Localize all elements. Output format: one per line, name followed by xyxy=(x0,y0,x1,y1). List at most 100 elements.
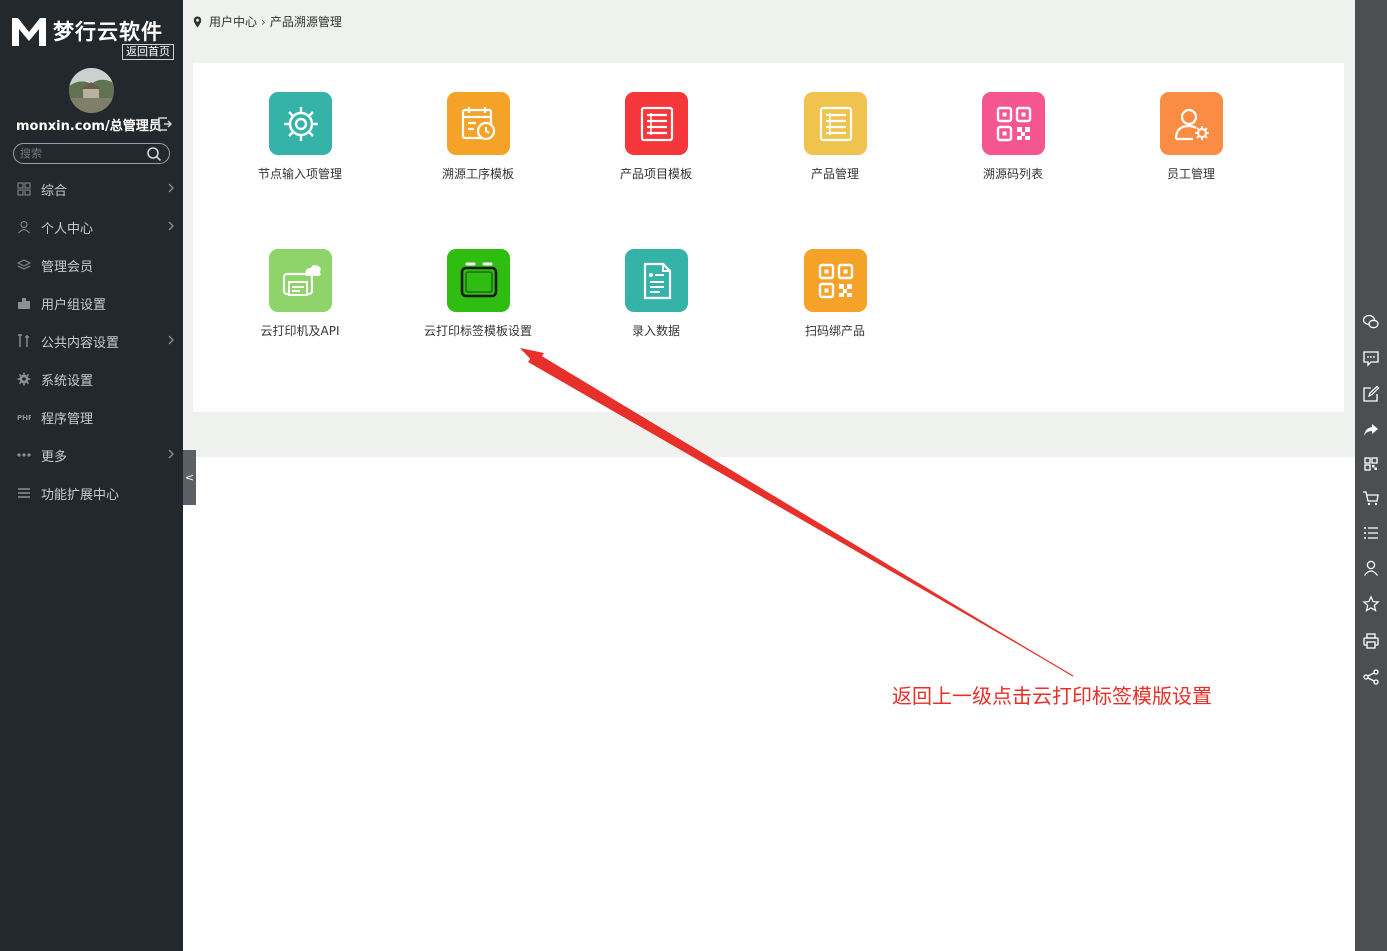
app-icon-bg xyxy=(269,92,332,155)
qrcode-icon[interactable] xyxy=(1362,455,1380,473)
brand-logo[interactable]: 梦行云软件 返回首页 xyxy=(10,14,175,62)
edit-icon[interactable] xyxy=(1362,385,1380,403)
annotation-text: 返回上一级点击云打印标签模版设置 xyxy=(892,684,1212,708)
sidebar-item-public-content[interactable]: 公共内容设置 xyxy=(0,322,183,360)
share-arrow-icon[interactable] xyxy=(1362,421,1380,439)
avatar[interactable] xyxy=(69,68,114,113)
sidebar-item-manage-members[interactable]: 管理会员 xyxy=(0,246,183,284)
home-link[interactable]: 返回首页 xyxy=(122,44,174,60)
sidebar-item-label: 程序管理 xyxy=(41,411,94,427)
app-label: 员工管理 xyxy=(1166,167,1215,181)
print-icon[interactable] xyxy=(1362,632,1380,650)
app-label: 节点输入项管理 xyxy=(257,167,342,181)
sidebar-item-label: 综合 xyxy=(41,183,68,199)
sidebar-item-user-groups[interactable]: 用户组设置 xyxy=(0,284,183,322)
logout-icon[interactable] xyxy=(158,116,173,131)
brand-name: 梦行云软件 xyxy=(53,20,163,44)
app-staff-management[interactable]: 员工管理 xyxy=(1116,92,1266,202)
app-trace-process-template[interactable]: 溯源工序模板 xyxy=(403,92,553,202)
app-label: 溯源工序模板 xyxy=(441,167,514,181)
app-enter-data[interactable]: 录入数据 xyxy=(581,249,731,359)
sidebar: 梦行云软件 返回首页 monxin.com/总管理员 搜索 综合 个人中心 管理… xyxy=(0,0,183,951)
gear-icon xyxy=(17,372,31,386)
app-icon-bg xyxy=(625,92,688,155)
app-icon-bg xyxy=(269,249,332,312)
chevron-right-icon xyxy=(167,182,175,194)
calendar-clock-icon xyxy=(461,106,495,140)
app-icon-bg xyxy=(447,92,510,155)
cart-icon[interactable] xyxy=(1362,489,1380,507)
qrcode-icon xyxy=(818,263,853,298)
app-scan-bind-product[interactable]: 扫码绑产品 xyxy=(760,249,910,359)
app-cloud-printer-api[interactable]: 云打印机及API xyxy=(225,249,375,359)
app-icon-bg xyxy=(804,92,867,155)
sidebar-item-label: 系统设置 xyxy=(41,373,94,389)
app-cloud-label-template-settings[interactable]: 云打印标签模板设置 xyxy=(403,249,553,359)
app-label: 产品项目模板 xyxy=(619,167,692,181)
logo-m-icon xyxy=(12,18,46,46)
sidebar-item-label: 用户组设置 xyxy=(41,297,107,313)
user-gear-icon xyxy=(1174,108,1209,140)
user-icon[interactable] xyxy=(1362,559,1380,577)
sidebar-menu: 综合 个人中心 管理会员 用户组设置 公共内容设置 系统设置 PHP 程序管理 … xyxy=(0,170,183,512)
app-label: 云打印机及API xyxy=(260,324,340,338)
chevron-right-icon xyxy=(167,448,175,460)
menu-icon xyxy=(17,486,31,500)
location-pin-icon xyxy=(193,16,202,27)
gear-icon xyxy=(283,106,318,141)
sidebar-item-label: 功能扩展中心 xyxy=(41,487,120,503)
app-icon-bg xyxy=(982,92,1045,155)
app-icon-bg xyxy=(804,249,867,312)
sidebar-item-personal-center[interactable]: 个人中心 xyxy=(0,208,183,246)
app-icon-bg xyxy=(447,249,510,312)
breadcrumb: 用户中心 › 产品溯源管理 xyxy=(193,13,342,30)
app-label: 录入数据 xyxy=(631,324,680,338)
sidebar-item-label: 更多 xyxy=(41,449,68,465)
breadcrumb-item-user-center[interactable]: 用户中心 xyxy=(209,13,257,30)
share-icon[interactable] xyxy=(1362,668,1380,686)
sidebar-item-program-management[interactable]: PHP 程序管理 xyxy=(0,398,183,436)
list-icon xyxy=(640,106,673,141)
breadcrumb-item-traceability: 产品溯源管理 xyxy=(269,15,342,29)
grid-icon xyxy=(17,182,31,196)
list-icon[interactable] xyxy=(1362,524,1380,542)
user-icon xyxy=(17,220,31,234)
sidebar-item-label: 个人中心 xyxy=(41,221,94,237)
app-node-input-items[interactable]: 节点输入项管理 xyxy=(225,92,375,202)
qrcode-icon xyxy=(996,106,1031,141)
app-panel: 节点输入项管理 溯源工序模板 产品项目模板 产品管理 溯源码列表 员工管理 云打… xyxy=(193,63,1344,412)
wechat-icon[interactable] xyxy=(1362,313,1380,331)
printer-cloud-icon xyxy=(282,264,321,296)
building-icon xyxy=(17,296,31,310)
sidebar-collapse-button[interactable]: < xyxy=(183,450,196,505)
tools-icon xyxy=(17,334,31,348)
app-product-management[interactable]: 产品管理 xyxy=(760,92,910,202)
dots-icon xyxy=(17,448,31,462)
sidebar-item-system-settings[interactable]: 系统设置 xyxy=(0,360,183,398)
sidebar-item-general[interactable]: 综合 xyxy=(0,170,183,208)
chevron-right-icon xyxy=(167,334,175,346)
right-toolbar xyxy=(1355,0,1387,951)
app-trace-code-list[interactable]: 溯源码列表 xyxy=(938,92,1088,202)
search-icon[interactable] xyxy=(146,146,162,162)
app-label: 扫码绑产品 xyxy=(804,324,865,338)
search-input[interactable] xyxy=(20,146,140,161)
sidebar-item-extension-center[interactable]: 功能扩展中心 xyxy=(0,474,183,512)
app-label: 溯源码列表 xyxy=(982,167,1043,181)
chevron-right-icon xyxy=(167,220,175,232)
document-icon xyxy=(643,262,671,299)
php-icon: PHP xyxy=(17,410,31,424)
app-product-item-template[interactable]: 产品项目模板 xyxy=(581,92,731,202)
sidebar-item-label: 管理会员 xyxy=(41,259,94,275)
star-icon[interactable] xyxy=(1362,595,1380,613)
list-icon xyxy=(819,106,852,141)
message-icon[interactable] xyxy=(1362,349,1380,367)
app-icon-bg xyxy=(625,249,688,312)
search-box xyxy=(13,143,170,164)
breadcrumb-separator: › xyxy=(261,14,266,29)
label-template-icon xyxy=(460,262,497,297)
app-label: 云打印标签模板设置 xyxy=(423,324,532,338)
app-label: 产品管理 xyxy=(810,167,859,181)
sidebar-item-more[interactable]: 更多 xyxy=(0,436,183,474)
layers-icon xyxy=(17,258,31,272)
